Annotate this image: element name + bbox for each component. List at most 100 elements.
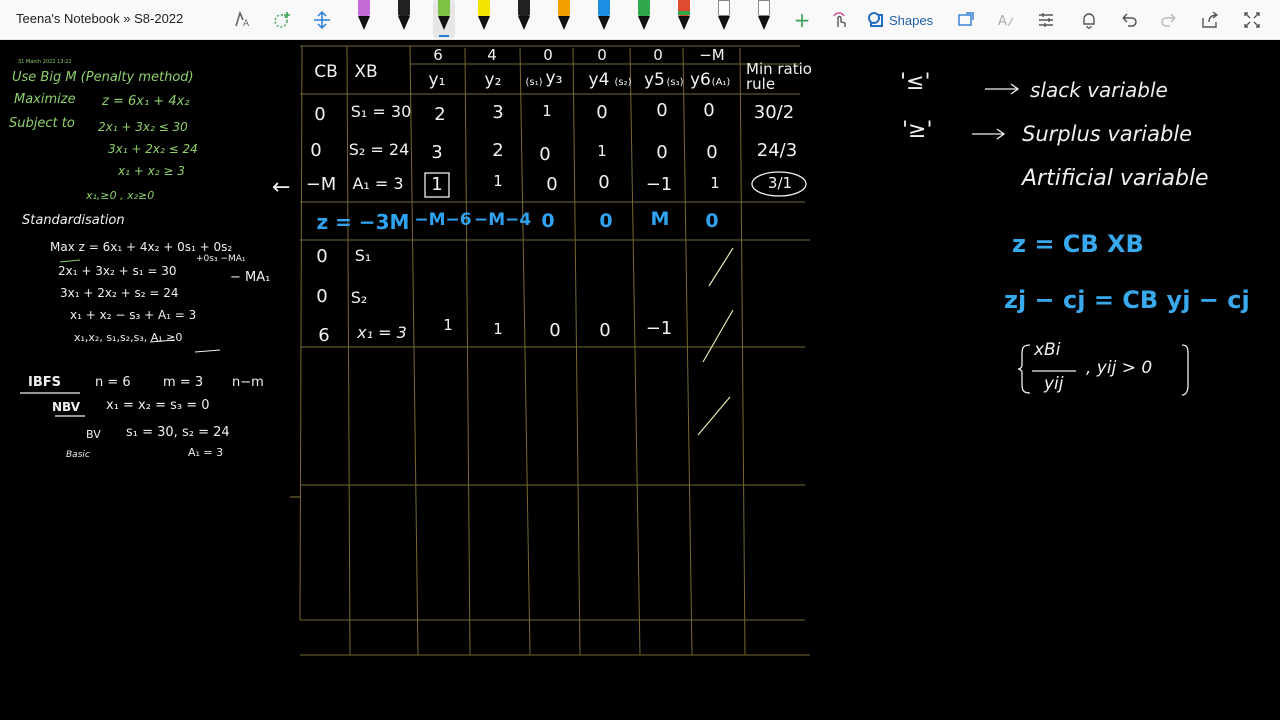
t2-r3-cb: 6 <box>318 325 330 346</box>
tag-s3: (s₃) <box>666 77 684 88</box>
pen-black-2[interactable] <box>513 0 535 34</box>
header-cb: CB <box>314 62 338 82</box>
r3-y5: −1 <box>645 174 673 195</box>
t2-r1-cb: 0 <box>316 246 328 267</box>
shapes-button[interactable]: Shapes <box>868 8 934 32</box>
tag-a1: (A₁) <box>711 77 731 88</box>
pen-dark-green[interactable] <box>633 0 655 34</box>
r1-y5: 0 <box>656 100 668 121</box>
t2-r2-xb: S₂ <box>350 288 368 307</box>
note-date: 31 March 2022 13:22 <box>18 59 72 65</box>
r2-y1: 3 <box>431 142 443 163</box>
std-eq-3: x₁ + x₂ − s₃ + A₁ = 3 <box>70 308 197 322</box>
r1-y4: 0 <box>596 102 608 123</box>
t2-r3-y4: 0 <box>599 320 611 341</box>
zj-cj-y2: −M−4 <box>474 210 532 230</box>
pen-purple[interactable] <box>353 0 375 34</box>
ge-symbol: '≥' <box>902 118 933 143</box>
note-objective: z = 6x₁ + 4x₂ <box>102 94 190 109</box>
pen-orange[interactable] <box>553 0 575 34</box>
ink-to-shape-icon[interactable] <box>952 6 980 34</box>
full-screen-icon[interactable] <box>1238 6 1266 34</box>
r1-y6: 0 <box>703 100 715 121</box>
r1-ratio: 30/2 <box>753 102 795 123</box>
a1-value: A₁ = 3 <box>188 446 224 459</box>
t2-r3-xb: x₁ = 3 <box>357 323 407 342</box>
t2-r2-cb: 0 <box>316 286 328 307</box>
artificial-variable-note: Artificial variable <box>1022 166 1209 191</box>
std-eq-1: 2x₁ + 3x₂ + s₁ = 30 <box>58 264 177 278</box>
note-method: Use Big M (Penalty method) <box>12 70 194 85</box>
r1-cb: 0 <box>314 104 326 125</box>
pen-red[interactable] <box>673 0 695 34</box>
pen-white[interactable] <box>713 0 735 34</box>
share-icon[interactable] <box>1196 6 1224 34</box>
pen-blue[interactable] <box>593 0 615 34</box>
ink-replay-icon[interactable] <box>1032 6 1060 34</box>
nonnegativity: x₁,≥0 , x₂≥0 <box>86 189 155 202</box>
note-standardisation: Standardisation <box>22 213 125 228</box>
nbv-label: NBV <box>52 400 80 414</box>
cj-y1: 6 <box>433 46 443 64</box>
cj-y3: 0 <box>543 46 553 64</box>
pen-yellow[interactable] <box>473 0 495 34</box>
undo-icon[interactable] <box>1115 6 1143 34</box>
r3-y2: 1 <box>493 172 503 190</box>
t2-r3-y1: 1 <box>443 316 453 334</box>
r2-y2: 2 <box>492 140 504 161</box>
redo-icon[interactable] <box>1155 6 1183 34</box>
t2-r3-y3: 0 <box>549 320 561 341</box>
cj-y4: 0 <box>597 46 607 64</box>
z-value: z = −3M <box>316 210 410 234</box>
constraint-1: 2x₁ + 3x₂ ≤ 30 <box>98 120 188 134</box>
ink-to-text-icon[interactable]: A <box>992 6 1020 34</box>
zj-cj-y3: 0 <box>541 210 555 232</box>
bell-icon[interactable] <box>1075 6 1103 34</box>
header-y4: y4 <box>588 70 610 90</box>
ribbon-toolbar: Teena's Notebook » S8-2022 A + Shapes A <box>0 0 1280 40</box>
zj-cj-formula: zj − cj = CB yj − cj <box>1004 286 1250 314</box>
r2-ratio: 24/3 <box>756 140 798 161</box>
zj-cj-y1: −M−6 <box>414 210 472 230</box>
r3-y1-pivot: 1 <box>431 174 443 195</box>
lasso-select-icon[interactable]: A <box>228 6 256 34</box>
t2-r1-xb: S₁ <box>354 246 372 265</box>
pen-green-selected[interactable] <box>433 0 455 38</box>
zj-cj-y4: 0 <box>599 210 613 232</box>
r2-y3: 0 <box>539 144 551 165</box>
svg-text:A: A <box>998 14 1007 29</box>
leaving-row-arrow: ← <box>272 175 291 200</box>
le-symbol: '≤' <box>900 70 931 95</box>
minus-ma: − MA₁ <box>230 270 271 285</box>
r1-y3: 1 <box>542 102 552 120</box>
notebook-canvas[interactable]: 31 March 2022 13:22 Use Big M (Penalty m… <box>0 40 1280 720</box>
add-pen-icon[interactable]: + <box>788 6 816 34</box>
n-value: n = 6 <box>95 375 131 390</box>
zj-cj-y5: M <box>650 208 670 230</box>
nbv-values: x₁ = x₂ = s₃ = 0 <box>106 398 210 413</box>
cj-y6: −M <box>699 46 725 64</box>
shapes-label: Shapes <box>889 12 934 28</box>
std-objective: Max z = 6x₁ + 4x₂ + 0s₁ + 0s₂ <box>50 240 233 254</box>
note-maximize: Maximize <box>14 92 76 107</box>
header-xb: XB <box>354 62 378 82</box>
pen-white-2[interactable] <box>753 0 775 34</box>
breadcrumb[interactable]: Teena's Notebook » S8-2022 <box>16 11 183 26</box>
touch-draw-icon[interactable] <box>826 6 854 34</box>
r3-cb: −M <box>305 174 337 195</box>
header-min-ratio: Min ratio rule <box>746 60 812 93</box>
std-nonneg: x₁,x₂, s₁,s₂,s₃, A₁ ≥0 <box>74 331 183 344</box>
r2-y4: 1 <box>597 142 607 160</box>
svg-text:A: A <box>243 19 250 29</box>
t2-r3-y5: −1 <box>645 318 673 339</box>
r2-cb: 0 <box>310 140 322 161</box>
n-minus-m: n−m <box>232 375 264 390</box>
add-space-icon[interactable] <box>268 6 296 34</box>
m-value: m = 3 <box>163 375 204 390</box>
ibfs-label: IBFS <box>28 375 61 390</box>
insert-space-icon[interactable] <box>308 6 336 34</box>
pen-black[interactable] <box>393 0 415 34</box>
tag-s1: (s₁) <box>525 77 543 88</box>
std-eq-2: 3x₁ + 2x₂ + s₂ = 24 <box>60 286 179 300</box>
t2-r3-y2: 1 <box>493 320 503 338</box>
